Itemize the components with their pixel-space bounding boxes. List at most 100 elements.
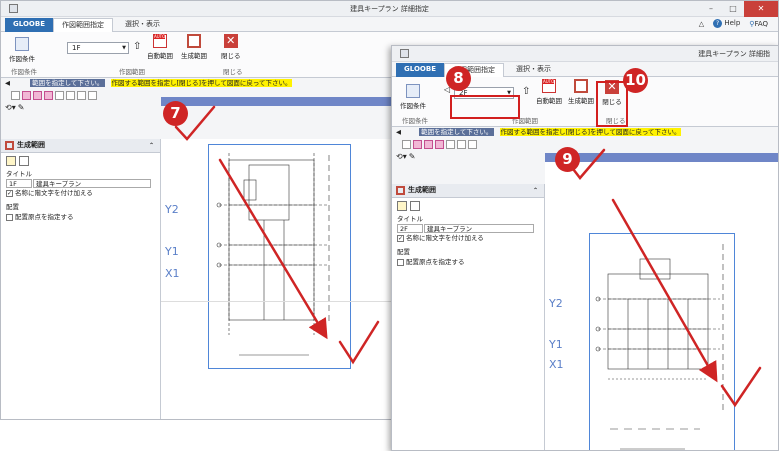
gen-range-label: 生成範囲 bbox=[181, 52, 207, 60]
close-window-icon[interactable]: ✕ bbox=[744, 1, 778, 17]
auto-range-icon: AUTO bbox=[542, 79, 556, 93]
gen-range-button[interactable]: 生成範囲 bbox=[568, 79, 594, 105]
add-floor-checkbox-row[interactable]: ✓ 名称に階文字を付け加える bbox=[1, 188, 160, 198]
tool-icon[interactable] bbox=[88, 90, 97, 100]
cross-mode-icon[interactable] bbox=[19, 156, 29, 166]
tool-icon[interactable] bbox=[11, 90, 20, 100]
maximize-icon[interactable]: □ bbox=[722, 1, 744, 17]
collapse-icon[interactable]: ⌃ bbox=[533, 184, 538, 197]
add-floor-checkbox-row[interactable]: ✓ 名称に階文字を付け加える bbox=[392, 233, 544, 243]
message-status: 範囲を指定して下さい。 bbox=[30, 79, 106, 87]
panel-header: 生成範囲 ⌃ bbox=[1, 139, 160, 153]
pen-icon[interactable]: ✎ bbox=[18, 103, 25, 112]
tab-gloobe[interactable]: GLOOBE bbox=[396, 63, 444, 77]
add-floor-label: 名称に階文字を付け加える bbox=[15, 189, 93, 197]
tool-icon[interactable] bbox=[435, 139, 444, 149]
title-floor-field[interactable]: 2F bbox=[397, 224, 423, 233]
tool-icon[interactable] bbox=[55, 90, 64, 100]
tool-icon[interactable] bbox=[22, 90, 31, 100]
tab-select-display[interactable]: 選択・表示 bbox=[508, 63, 559, 77]
tool-icon[interactable] bbox=[44, 90, 53, 100]
tab-draw-range[interactable]: 作図範囲指定 bbox=[53, 18, 113, 32]
message-status: 範囲を指定して下さい。 bbox=[419, 128, 495, 136]
floor-up-icon[interactable]: ⇧ bbox=[522, 86, 530, 97]
auto-range-label: 自動範囲 bbox=[147, 52, 173, 60]
canvas-divider bbox=[161, 301, 392, 302]
tab-select-display[interactable]: 選択・表示 bbox=[117, 18, 168, 32]
cross-mode-icon[interactable] bbox=[410, 201, 420, 211]
auto-range-icon: AUTO bbox=[153, 34, 167, 48]
tool-icon[interactable] bbox=[66, 90, 75, 100]
gen-range-button[interactable]: 生成範囲 bbox=[181, 34, 207, 60]
checkbox-icon[interactable] bbox=[6, 213, 13, 221]
floor-plan-2f bbox=[595, 244, 724, 450]
axis-label-x1: X1 bbox=[549, 358, 564, 371]
tool-icon[interactable] bbox=[457, 139, 466, 149]
side-panel-2: 生成範囲 ⌃ タイトル 2F 建具キープラン ✓ 名称に階文字を付け加える 配置 配… bbox=[392, 184, 545, 450]
canvas-band bbox=[545, 153, 778, 162]
group-label-close: 閉じる bbox=[223, 68, 243, 76]
axis-label-x1: X1 bbox=[165, 267, 180, 280]
auto-range-button[interactable]: AUTO 自動範囲 bbox=[147, 34, 173, 60]
rotate-icon[interactable]: ⟲▾ bbox=[5, 103, 16, 112]
step-badge-7: 7 bbox=[163, 101, 188, 126]
title-floor-field[interactable]: 1F bbox=[6, 179, 32, 188]
placement-checkbox-row[interactable]: 配置原点を指定する bbox=[392, 257, 544, 267]
title-inputs: 1F 建具キープラン bbox=[1, 179, 160, 188]
tool-icon[interactable] bbox=[77, 90, 86, 100]
help-label: Help bbox=[724, 19, 741, 27]
panel-header: 生成範囲 ⌃ bbox=[392, 184, 544, 198]
rotate-icon[interactable]: ⟲▾ bbox=[396, 152, 407, 161]
step-badge-10: 10 bbox=[623, 68, 648, 93]
tab-gloobe[interactable]: GLOOBE bbox=[5, 18, 53, 32]
auto-range-label: 自動範囲 bbox=[536, 97, 562, 105]
tool-icon[interactable] bbox=[424, 139, 433, 149]
panel-icon bbox=[396, 186, 405, 195]
faq-link[interactable]: ⚲FAQ bbox=[749, 20, 768, 28]
group-label-draw-condition: 作図条件 bbox=[402, 117, 428, 125]
draw-condition-button[interactable]: 作図条件 bbox=[400, 84, 426, 110]
checkbox-icon[interactable] bbox=[397, 258, 404, 266]
floor-select[interactable]: 1F ▼ bbox=[67, 42, 129, 54]
title-bar: 建具キープラン 詳細指定 – □ ✕ bbox=[1, 1, 778, 17]
drawing-canvas-2[interactable]: Y2 Y1 X1 bbox=[545, 153, 778, 450]
drawing-canvas[interactable]: Y2 Y1 X1 bbox=[161, 97, 392, 419]
checkbox-checked-icon[interactable]: ✓ bbox=[6, 189, 13, 197]
close-button[interactable]: ✕ 閉じる bbox=[221, 34, 241, 60]
draw-condition-label: 作図条件 bbox=[400, 102, 426, 110]
auto-range-button[interactable]: AUTO 自動範囲 bbox=[536, 79, 562, 105]
floor-up-icon[interactable]: ⇧ bbox=[133, 41, 141, 52]
title-name-field[interactable]: 建具キープラン bbox=[424, 224, 534, 233]
placement-origin-label: 配置原点を指定する bbox=[406, 258, 465, 266]
selection-frame[interactable] bbox=[589, 233, 735, 450]
title-inputs: 2F 建具キープラン bbox=[392, 224, 544, 233]
step-badge-9: 9 bbox=[555, 147, 580, 172]
panel-icon bbox=[5, 141, 14, 150]
highlight-floor-select bbox=[450, 95, 520, 119]
message-left-icon: ◀︎ bbox=[5, 79, 10, 87]
tool-icon[interactable] bbox=[468, 139, 477, 149]
tool-icon[interactable] bbox=[413, 139, 422, 149]
ribbon-tabs: GLOOBE 作図範囲指定 選択・表示 △ ? Help ⚲FAQ bbox=[1, 17, 778, 32]
collapse-ribbon-icon[interactable]: △ bbox=[699, 20, 704, 28]
checkbox-checked-icon[interactable]: ✓ bbox=[397, 234, 404, 242]
draw-condition-icon bbox=[15, 37, 29, 51]
help-icon: ? bbox=[713, 19, 723, 28]
collapse-icon[interactable]: ⌃ bbox=[149, 139, 154, 152]
message-left-icon: ◀︎ bbox=[396, 128, 401, 136]
title-name-field[interactable]: 建具キープラン bbox=[33, 179, 151, 188]
tool-icon[interactable] bbox=[402, 139, 411, 149]
tool-icon[interactable] bbox=[33, 90, 42, 100]
tool-icon[interactable] bbox=[446, 139, 455, 149]
panel-header-label: 生成範囲 bbox=[17, 141, 45, 149]
minimize-icon[interactable]: – bbox=[700, 1, 722, 17]
placement-checkbox-row[interactable]: 配置原点を指定する bbox=[1, 212, 160, 222]
rect-mode-icon[interactable] bbox=[6, 156, 16, 166]
help-link[interactable]: ? Help bbox=[713, 19, 740, 28]
draw-condition-button[interactable]: 作図条件 bbox=[9, 37, 35, 63]
pen-icon[interactable]: ✎ bbox=[409, 152, 416, 161]
panel-header-label: 生成範囲 bbox=[408, 186, 436, 194]
selection-frame[interactable] bbox=[208, 144, 351, 369]
axis-label-y1: Y1 bbox=[165, 245, 179, 258]
rect-mode-icon[interactable] bbox=[397, 201, 407, 211]
